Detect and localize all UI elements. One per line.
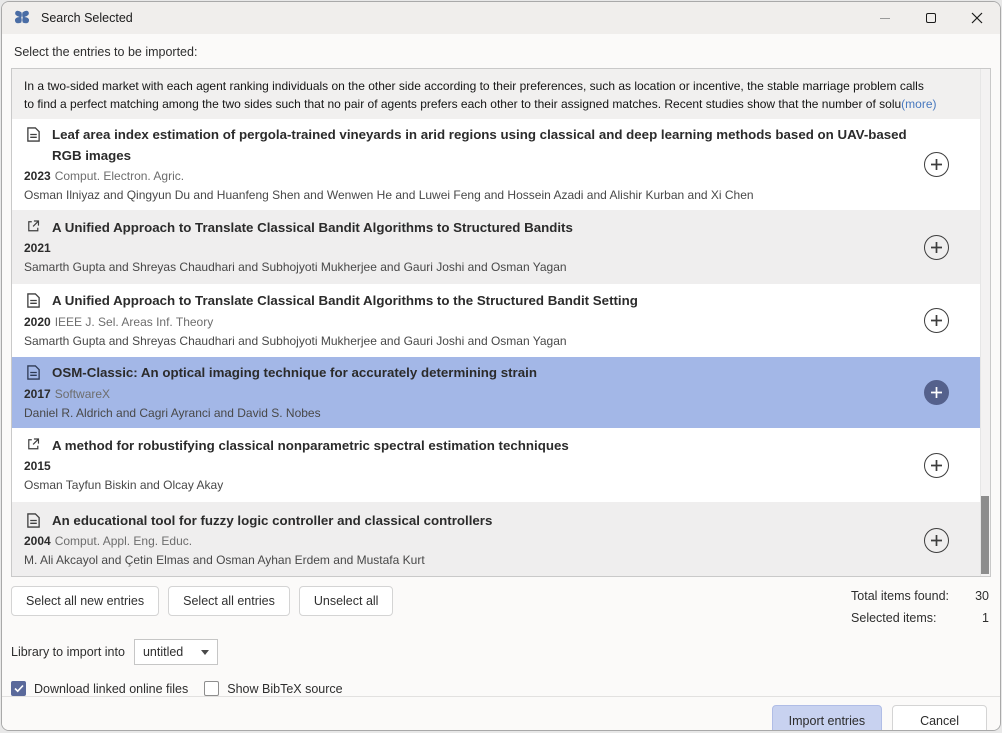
plus-icon bbox=[930, 534, 943, 547]
maximize-button[interactable] bbox=[908, 2, 954, 34]
entry-journal: Comput. Electron. Agric. bbox=[55, 169, 184, 183]
add-entry-button[interactable] bbox=[924, 453, 949, 478]
library-label: Library to import into bbox=[11, 645, 125, 659]
cancel-button[interactable]: Cancel bbox=[892, 705, 987, 732]
minimize-button[interactable] bbox=[862, 2, 908, 34]
entry-journal: Comput. Appl. Eng. Educ. bbox=[55, 534, 192, 548]
entry-main: A Unified Approach to Translate Classica… bbox=[24, 218, 912, 276]
add-entry-button[interactable] bbox=[924, 380, 949, 405]
entry-year: 2023 bbox=[24, 169, 51, 183]
entry-row[interactable]: A Unified Approach to Translate Classica… bbox=[12, 210, 990, 284]
external-link-icon bbox=[26, 220, 41, 232]
minimize-icon bbox=[880, 18, 890, 19]
article-icon bbox=[26, 293, 41, 308]
entry-year: 2004 bbox=[24, 534, 51, 548]
entry-authors: Daniel R. Aldrich and Cagri Ayranci and … bbox=[24, 405, 912, 422]
check-icon bbox=[14, 684, 24, 693]
import-entries-button[interactable]: Import entries bbox=[772, 705, 882, 732]
entry-title: A Unified Approach to Translate Classica… bbox=[52, 291, 638, 312]
maximize-icon bbox=[926, 13, 936, 23]
close-button[interactable] bbox=[954, 2, 1000, 34]
entry-title: OSM-Classic: An optical imaging techniqu… bbox=[52, 363, 537, 384]
select-all-new-entries-button[interactable]: Select all new entries bbox=[11, 586, 159, 616]
result-stats: Total items found: 30 Selected items: 1 bbox=[851, 589, 989, 625]
entry-authors: Samarth Gupta and Shreyas Chaudhari and … bbox=[24, 259, 912, 276]
entry-main: Leaf area index estimation of pergola-tr… bbox=[24, 125, 912, 204]
select-all-entries-button[interactable]: Select all entries bbox=[168, 586, 290, 616]
abstract-text-line2: to find a perfect matching among the two… bbox=[24, 95, 978, 113]
abstract-preview: In a two-sided market with each agent ra… bbox=[12, 69, 990, 119]
entry-authors: M. Ali Akcayol and Çetin Elmas and Osman… bbox=[24, 552, 912, 569]
entry-row[interactable]: An educational tool for fuzzy logic cont… bbox=[12, 502, 990, 577]
article-icon bbox=[26, 513, 41, 528]
entry-row[interactable]: Leaf area index estimation of pergola-tr… bbox=[12, 119, 990, 210]
title-bar: Search Selected bbox=[2, 2, 1000, 34]
article-icon bbox=[26, 127, 41, 142]
entry-authors: Osman Ilniyaz and Qingyun Du and Huanfen… bbox=[24, 187, 912, 204]
entry-main: OSM-Classic: An optical imaging techniqu… bbox=[24, 363, 912, 421]
options-row: Download linked online files Show BibTeX… bbox=[11, 681, 991, 696]
entry-year: 2021 bbox=[24, 241, 51, 255]
window-title: Search Selected bbox=[41, 11, 133, 25]
entry-main: An educational tool for fuzzy logic cont… bbox=[24, 511, 912, 569]
footer-bar: Import entries Cancel bbox=[2, 696, 1000, 731]
entry-row-selected[interactable]: OSM-Classic: An optical imaging techniqu… bbox=[12, 357, 990, 428]
entries-list: In a two-sided market with each agent ra… bbox=[11, 68, 991, 577]
download-linked-files-checkbox[interactable] bbox=[11, 681, 26, 696]
add-entry-button[interactable] bbox=[924, 308, 949, 333]
entry-title: An educational tool for fuzzy logic cont… bbox=[52, 511, 492, 532]
entry-year: 2015 bbox=[24, 459, 51, 473]
entry-row[interactable]: A method for robustifying classical nonp… bbox=[12, 428, 990, 502]
entry-main: A Unified Approach to Translate Classica… bbox=[24, 291, 912, 349]
library-select[interactable]: untitled bbox=[134, 639, 218, 665]
entry-journal: SoftwareX bbox=[55, 387, 110, 401]
search-selected-dialog: Search Selected Select the entries to be… bbox=[1, 1, 1001, 731]
close-icon bbox=[971, 12, 983, 24]
library-select-value: untitled bbox=[143, 645, 183, 659]
add-entry-button[interactable] bbox=[924, 235, 949, 260]
dialog-content: Select the entries to be imported: In a … bbox=[2, 34, 1000, 696]
window-controls bbox=[862, 2, 1000, 34]
entry-journal: IEEE J. Sel. Areas Inf. Theory bbox=[55, 315, 214, 329]
entry-year: 2020 bbox=[24, 315, 51, 329]
scrollbar-thumb[interactable] bbox=[981, 496, 989, 574]
total-items-value: 30 bbox=[955, 589, 989, 603]
scrollbar-track[interactable] bbox=[980, 69, 990, 576]
plus-icon bbox=[930, 459, 943, 472]
total-items-label: Total items found: bbox=[851, 589, 949, 603]
library-selector-row: Library to import into untitled bbox=[11, 639, 991, 665]
entry-title: A method for robustifying classical nonp… bbox=[52, 436, 569, 457]
jabref-logo-icon bbox=[12, 8, 32, 28]
entry-main: A method for robustifying classical nonp… bbox=[24, 436, 912, 494]
show-bibtex-source-label: Show BibTeX source bbox=[227, 682, 342, 696]
chevron-down-icon bbox=[201, 650, 209, 655]
article-icon bbox=[26, 365, 41, 380]
plus-icon bbox=[930, 241, 943, 254]
entry-authors: Samarth Gupta and Shreyas Chaudhari and … bbox=[24, 333, 912, 350]
entry-title: Leaf area index estimation of pergola-tr… bbox=[52, 125, 912, 166]
show-bibtex-source-checkbox[interactable] bbox=[204, 681, 219, 696]
plus-icon bbox=[930, 386, 943, 399]
more-link[interactable]: (more) bbox=[901, 97, 936, 111]
unselect-all-button[interactable]: Unselect all bbox=[299, 586, 394, 616]
entry-authors: Osman Tayfun Biskin and Olcay Akay bbox=[24, 477, 912, 494]
external-link-icon bbox=[26, 438, 41, 450]
entry-year: 2017 bbox=[24, 387, 51, 401]
add-entry-button[interactable] bbox=[924, 152, 949, 177]
add-entry-button[interactable] bbox=[924, 528, 949, 553]
selected-items-value: 1 bbox=[955, 611, 989, 625]
abstract-text: to find a perfect matching among the two… bbox=[24, 97, 901, 111]
selected-items-label: Selected items: bbox=[851, 611, 949, 625]
download-linked-files-label: Download linked online files bbox=[34, 682, 188, 696]
plus-icon bbox=[930, 314, 943, 327]
instruction-label: Select the entries to be imported: bbox=[14, 45, 988, 59]
selection-controls: Select all new entries Select all entrie… bbox=[11, 586, 991, 625]
abstract-text-line1: In a two-sided market with each agent ra… bbox=[24, 77, 978, 95]
plus-icon bbox=[930, 158, 943, 171]
entry-row[interactable]: A Unified Approach to Translate Classica… bbox=[12, 284, 990, 357]
entry-title: A Unified Approach to Translate Classica… bbox=[52, 218, 573, 239]
